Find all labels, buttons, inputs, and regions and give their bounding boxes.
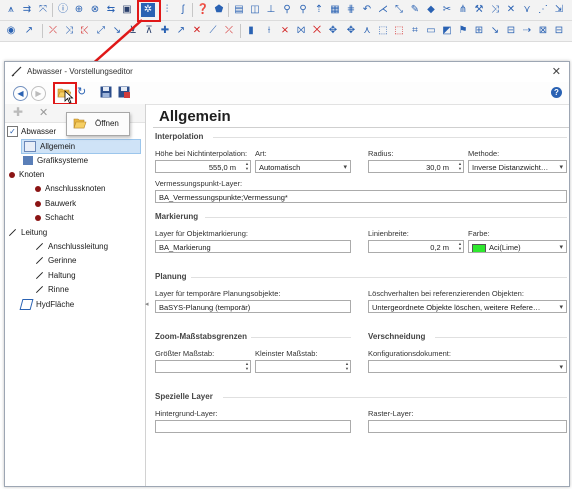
konfig-select[interactable]: ▾ (368, 360, 567, 373)
hintergrund-label: Hintergrund-Layer: (155, 409, 218, 418)
hoehe-field[interactable]: 555,0 m ▲ ▼ (155, 160, 251, 173)
chevron-down-icon: ▾ (559, 304, 563, 311)
vp-field[interactable]: BA_Vermessungspunkte;Vermessung* (155, 190, 567, 203)
linienbreite-field[interactable]: 0,2 m ▲ ▼ (368, 240, 464, 253)
linienbreite-label: Linienbreite: (368, 229, 409, 238)
markierung-layer-label: Layer für Objektmarkierung: (155, 229, 248, 238)
chevron-down-icon: ▾ (559, 164, 563, 171)
page-title: Allgemein (159, 108, 231, 125)
add-icon[interactable]: ✚ (13, 105, 23, 119)
chevron-down-icon: ▾ (343, 164, 347, 171)
open-folder-icon (73, 117, 87, 129)
area-icon (19, 299, 34, 311)
node-dot-icon (35, 200, 41, 207)
spinner-icon[interactable]: ▲ ▼ (245, 161, 249, 171)
tree-item-rinne[interactable]: Rinne (35, 283, 69, 296)
spinner-icon[interactable]: ▲ ▼ (345, 361, 349, 371)
dialog-title: Abwasser - Vorstellungseditor (27, 67, 133, 76)
chevron-down-icon: ▾ (559, 244, 563, 251)
pencil-icon (11, 66, 22, 77)
main-panel: Allgemein Interpolation Höhe bei Nichtin… (153, 104, 569, 486)
collapse-icon[interactable]: ◂ (145, 300, 149, 308)
tree-item-allgemein[interactable]: Allgemein (21, 139, 141, 154)
groesster-label: Größter Maßstab: (155, 349, 215, 358)
forward-icon[interactable]: ▶ (31, 86, 46, 101)
line-icon (8, 229, 17, 237)
node-dot-icon (35, 214, 41, 221)
section-markierung: Markierung (155, 212, 199, 221)
tree-item-leitung[interactable]: Leitung (8, 226, 47, 239)
tree-item-grafiksysteme[interactable]: Grafiksysteme (23, 154, 88, 167)
chevron-down-icon: ▾ (559, 364, 563, 371)
node-dot-icon (35, 185, 41, 192)
spinner-icon[interactable]: ▲ ▼ (458, 161, 462, 171)
line-icon (35, 257, 44, 265)
save-icon[interactable] (100, 86, 112, 98)
line-icon (35, 272, 44, 280)
list-icon (24, 141, 36, 153)
section-planung: Planung (155, 272, 187, 281)
checkbox-icon[interactable]: ✓ (7, 126, 18, 138)
kleinster-field[interactable]: ▲ ▼ (255, 360, 351, 373)
raster-field[interactable] (368, 420, 567, 433)
art-select[interactable]: Automatisch ▾ (255, 160, 351, 173)
methode-select[interactable]: Inverse Distanzwicht… ▾ (468, 160, 567, 173)
kleinster-label: Kleinster Maßstab: (255, 349, 318, 358)
line-icon (35, 243, 44, 251)
context-menu: Öffnen (66, 112, 130, 136)
planung-layer-field[interactable]: BaSYS-Planung (temporär) (155, 300, 351, 313)
radius-label: Radius: (368, 149, 394, 158)
dialog-toolbar: ◀ ▶ ↻ ? (5, 82, 569, 105)
spinner-icon[interactable]: ▲ ▼ (245, 361, 249, 371)
art-label: Art: (255, 149, 267, 158)
hintergrund-field[interactable] (155, 420, 351, 433)
groesster-field[interactable]: ▲ ▼ (155, 360, 251, 373)
node-dot-icon (9, 171, 15, 178)
section-verschneidung: Verschneidung (368, 332, 426, 341)
farbe-label: Farbe: (468, 229, 490, 238)
planung-layer-label: Layer für temporäre Planungsobjekte: (155, 289, 281, 298)
close-icon[interactable]: ✕ (552, 65, 561, 78)
konfig-label: Konfigurationsdokument: (368, 349, 451, 358)
tree-item-gerinne[interactable]: Gerinne (35, 254, 76, 267)
tree-item-abwasser[interactable]: ✓ Abwasser (7, 125, 56, 138)
tree-item-anschlussknoten[interactable]: Anschlussknoten (35, 182, 105, 195)
delete-icon[interactable]: ✕ (39, 106, 48, 119)
loesch-label: Löschverhalten bei referenzierenden Obje… (368, 289, 524, 298)
refresh-icon[interactable]: ↻ (77, 85, 89, 99)
line-icon (35, 286, 44, 294)
farbe-select[interactable]: Aci(Lime) ▾ (468, 240, 567, 253)
spinner-icon[interactable]: ▲ ▼ (458, 241, 462, 251)
help-icon[interactable]: ? (551, 87, 562, 98)
tree-item-haltung[interactable]: Haltung (35, 269, 76, 282)
hoehe-label: Höhe bei Nichtinterpolation: (155, 149, 248, 158)
section-interpolation: Interpolation (155, 132, 204, 141)
section-zoom: Zoom-Maßstabsgrenzen (155, 332, 248, 341)
tree-item-bauwerk[interactable]: Bauwerk (35, 197, 76, 210)
section-spezielle: Spezielle Layer (155, 392, 213, 401)
methode-label: Methode: (468, 149, 500, 158)
vp-label: Vermessungspunkt-Layer: (155, 179, 243, 188)
tree-item-anschlussleitung[interactable]: Anschlussleitung (35, 240, 108, 253)
back-icon[interactable]: ◀ (13, 86, 28, 101)
dialog-titlebar: Abwasser - Vorstellungseditor ✕ (5, 62, 569, 82)
raster-label: Raster-Layer: (368, 409, 414, 418)
loesch-select[interactable]: Untergeordnete Objekte löschen, weitere … (368, 300, 567, 313)
markierung-layer-field[interactable]: BA_Markierung (155, 240, 351, 253)
tree-item-schacht[interactable]: Schacht (35, 211, 74, 224)
tree-item-knoten[interactable]: Knoten (9, 168, 44, 181)
radius-field[interactable]: 30,0 m ▲ ▼ (368, 160, 464, 173)
tree-panel: ✚ ✕ ✓ Abwasser Allgemein Grafiksysteme Kn… (5, 104, 146, 486)
graphics-icon (23, 156, 33, 166)
menu-item-oeffnen[interactable]: Öffnen (95, 119, 119, 128)
tree-item-hydflaeche[interactable]: HydFläche (19, 298, 74, 311)
save-as-icon[interactable] (118, 86, 130, 98)
color-swatch (472, 243, 486, 252)
cursor-icon (64, 90, 74, 104)
